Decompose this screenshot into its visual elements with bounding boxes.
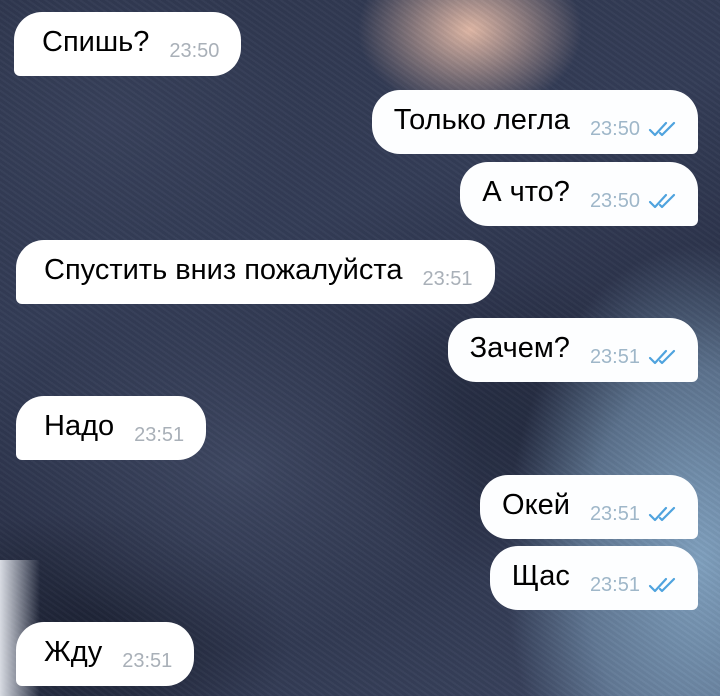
message-text: Щас bbox=[511, 559, 570, 592]
message-text: Надо bbox=[44, 409, 115, 442]
message-time: 23:51 bbox=[134, 423, 185, 446]
message-bubble-outgoing[interactable]: Зачем? 23:51 bbox=[447, 318, 698, 382]
message-bubble-outgoing[interactable]: Щас 23:51 bbox=[489, 546, 698, 610]
message-bubble-outgoing[interactable]: А что? 23:50 bbox=[460, 162, 698, 226]
message-bubble-outgoing[interactable]: Только легла 23:50 bbox=[371, 90, 698, 154]
message-time: 23:50 bbox=[169, 39, 220, 62]
message-list[interactable]: Спишь? 23:50 Только легла 23:50 А что? 2… bbox=[0, 0, 720, 696]
message-text: Зачем? bbox=[469, 331, 570, 364]
message-time: 23:50 bbox=[589, 117, 640, 140]
message-bubble-incoming[interactable]: Спустить вниз пожалуйста 23:51 bbox=[16, 240, 495, 304]
message-time: 23:51 bbox=[589, 573, 640, 596]
read-checkmarks-icon bbox=[648, 576, 680, 594]
message-time: 23:50 bbox=[589, 189, 640, 212]
read-checkmarks-icon bbox=[648, 505, 680, 523]
message-time: 23:51 bbox=[122, 649, 173, 672]
read-checkmarks-icon bbox=[648, 120, 680, 138]
message-text: Только легла bbox=[393, 103, 570, 136]
message-time: 23:51 bbox=[589, 502, 640, 525]
message-text: Жду bbox=[44, 635, 103, 668]
message-text: Спишь? bbox=[42, 25, 150, 58]
message-time: 23:51 bbox=[422, 267, 473, 290]
message-bubble-incoming[interactable]: Надо 23:51 bbox=[16, 396, 207, 460]
read-checkmarks-icon bbox=[648, 348, 680, 366]
message-bubble-incoming[interactable]: Жду 23:51 bbox=[16, 622, 195, 686]
message-time: 23:51 bbox=[589, 345, 640, 368]
message-bubble-incoming[interactable]: Спишь? 23:50 bbox=[14, 12, 242, 76]
read-checkmarks-icon bbox=[648, 192, 680, 210]
message-text: Окей bbox=[502, 488, 570, 521]
message-bubble-outgoing[interactable]: Окей 23:51 bbox=[480, 475, 698, 539]
message-text: А что? bbox=[482, 175, 570, 208]
message-text: Спустить вниз пожалуйста bbox=[44, 253, 403, 286]
